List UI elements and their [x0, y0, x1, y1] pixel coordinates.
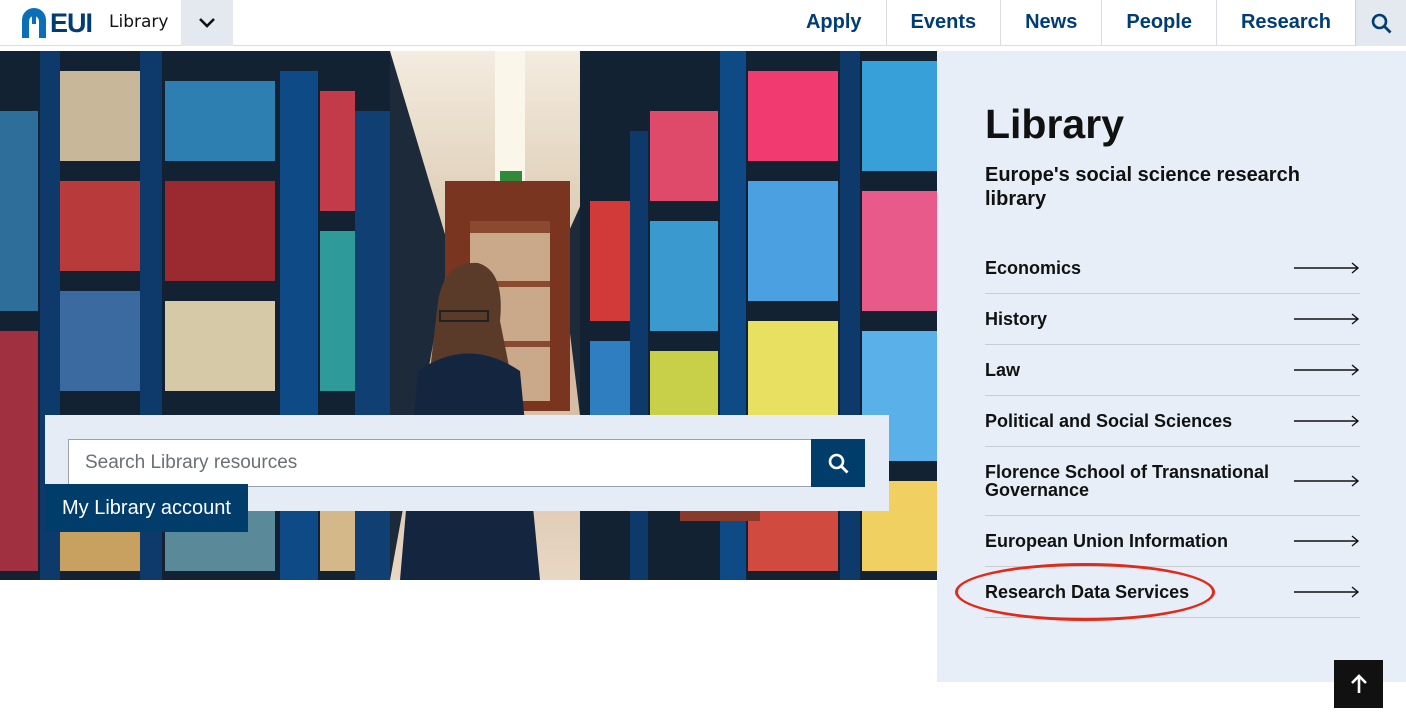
arrow-up-icon [1350, 674, 1367, 693]
arrow-right-icon [1294, 364, 1360, 376]
logo-text: EUI [50, 7, 93, 38]
main-nav: Apply Events News People Research [782, 0, 1355, 46]
search-icon [828, 453, 848, 473]
library-search-button[interactable] [811, 439, 865, 487]
link-label: Law [985, 360, 1021, 380]
site-menu-dropdown-button[interactable] [181, 0, 233, 46]
arrow-right-icon [1294, 313, 1360, 325]
link-label: Florence School of Transnational Governa… [985, 462, 1270, 500]
link-florence-school[interactable]: Florence School of Transnational Governa… [985, 447, 1360, 516]
department-links: Economics History Law Political and Soci… [955, 243, 1360, 621]
hero-image: My Library account [0, 51, 937, 580]
link-political-social-sciences[interactable]: Political and Social Sciences [985, 396, 1360, 447]
header-search-button[interactable] [1355, 0, 1406, 46]
search-icon [1371, 13, 1391, 33]
arrow-right-icon [1294, 475, 1360, 487]
page-title: Library [985, 101, 1124, 147]
link-law[interactable]: Law [985, 345, 1360, 396]
eui-logo-mark [22, 8, 46, 38]
link-research-data-services[interactable]: Research Data Services [955, 563, 1360, 621]
nav-events[interactable]: Events [885, 0, 1001, 46]
nav-apply[interactable]: Apply [782, 0, 886, 46]
site-header: EUI Library Apply Events News People Res… [0, 0, 1406, 46]
arrow-right-icon [1294, 415, 1360, 427]
my-library-account-button[interactable]: My Library account [45, 484, 248, 532]
chevron-down-icon [199, 18, 215, 28]
library-search-input[interactable] [68, 439, 812, 487]
arrow-right-icon [1294, 262, 1360, 274]
link-label: European Union Information [985, 531, 1228, 551]
nav-research[interactable]: Research [1215, 0, 1355, 46]
arrow-right-icon [1294, 535, 1360, 547]
link-label: Economics [985, 258, 1082, 278]
link-eu-information[interactable]: European Union Information [985, 516, 1360, 567]
page-subtitle: Europe's social science research library [985, 164, 1300, 210]
arrow-right-icon [1294, 586, 1360, 598]
link-label: Research Data Services [985, 582, 1190, 602]
site-name[interactable]: Library [109, 0, 168, 46]
library-side-panel: Library Europe's social science research… [937, 51, 1406, 682]
nav-people[interactable]: People [1101, 0, 1216, 46]
link-label: Political and Social Sciences [985, 411, 1233, 431]
eui-logo[interactable]: EUI [20, 7, 93, 38]
link-label: History [985, 309, 1048, 329]
back-to-top-button[interactable] [1334, 660, 1383, 708]
link-economics[interactable]: Economics [985, 243, 1360, 294]
link-history[interactable]: History [985, 294, 1360, 345]
nav-news[interactable]: News [1000, 0, 1101, 46]
